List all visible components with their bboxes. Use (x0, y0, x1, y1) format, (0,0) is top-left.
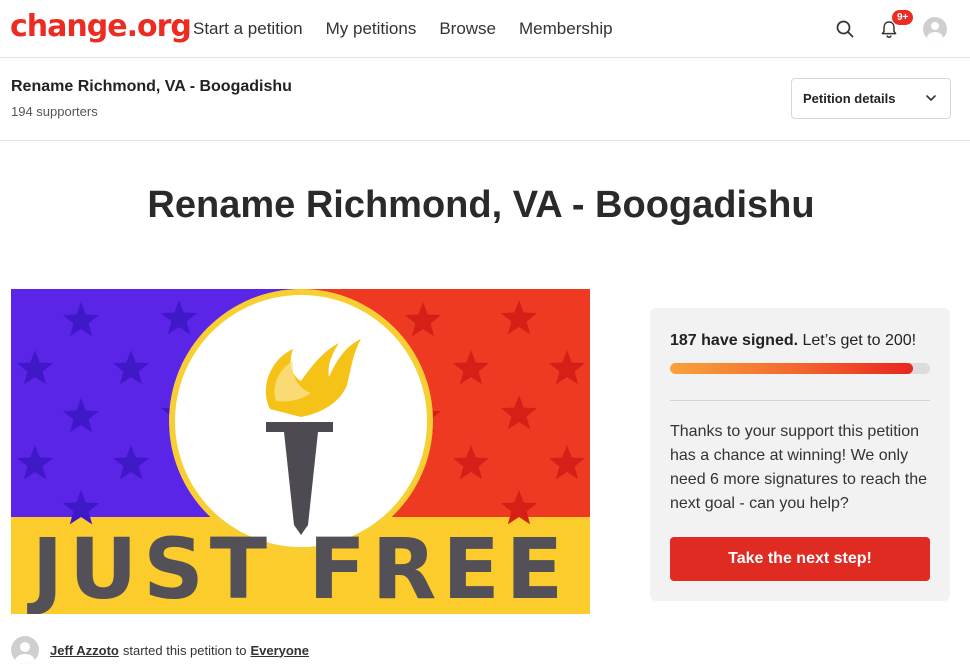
profile-button[interactable] (920, 14, 950, 44)
main-nav: Start a petition My petitions Browse Mem… (193, 18, 636, 40)
progress-bar (670, 363, 930, 374)
petition-details-label: Petition details (803, 91, 896, 106)
signed-count: 187 have signed. (670, 332, 799, 349)
take-next-step-button[interactable]: Take the next step! (670, 537, 930, 581)
starter-name-link[interactable]: Jeff Azzoto (50, 643, 119, 658)
change-org-logo[interactable]: change.org (10, 8, 192, 46)
petition-details-dropdown[interactable]: Petition details (791, 78, 951, 119)
progress-fill (670, 363, 914, 374)
target-link[interactable]: Everyone (250, 643, 309, 658)
petition-starter: Jeff Azzoto started this petition to Eve… (11, 635, 309, 665)
nav-my-petitions[interactable]: My petitions (326, 18, 417, 40)
starter-avatar[interactable] (11, 636, 39, 664)
supporters-count: 194 supporters (11, 104, 98, 119)
nav-start-petition[interactable]: Start a petition (193, 18, 303, 40)
avatar (923, 17, 947, 41)
search-button[interactable] (830, 14, 860, 44)
notifications-button[interactable]: 9+ (874, 10, 914, 44)
signature-progress-card: 187 have signed. Let’s get to 200! Thank… (650, 308, 950, 601)
nav-browse[interactable]: Browse (439, 18, 496, 40)
chevron-down-icon (926, 95, 936, 101)
subheader-title: Rename Richmond, VA - Boogadishu (11, 78, 292, 95)
petition-image: JUST FREE (11, 289, 590, 614)
starter-text: started this petition to (122, 642, 247, 658)
top-navigation: change.org Start a petition My petitions… (0, 0, 970, 58)
banner-text: JUST FREE (31, 520, 570, 614)
divider (670, 400, 930, 401)
petition-subheader: Rename Richmond, VA - Boogadishu 194 sup… (0, 58, 970, 141)
nav-icons: 9+ (830, 10, 950, 44)
nav-membership[interactable]: Membership (519, 18, 613, 40)
search-icon (836, 20, 854, 38)
progress-message: Thanks to your support this petition has… (670, 423, 928, 512)
signed-status: 187 have signed. Let’s get to 200! (670, 332, 916, 350)
signature-goal-text: Let’s get to 200! (798, 332, 917, 349)
notification-badge: 9+ (892, 10, 914, 25)
page-title: Rename Richmond, VA - Boogadishu (147, 184, 815, 226)
